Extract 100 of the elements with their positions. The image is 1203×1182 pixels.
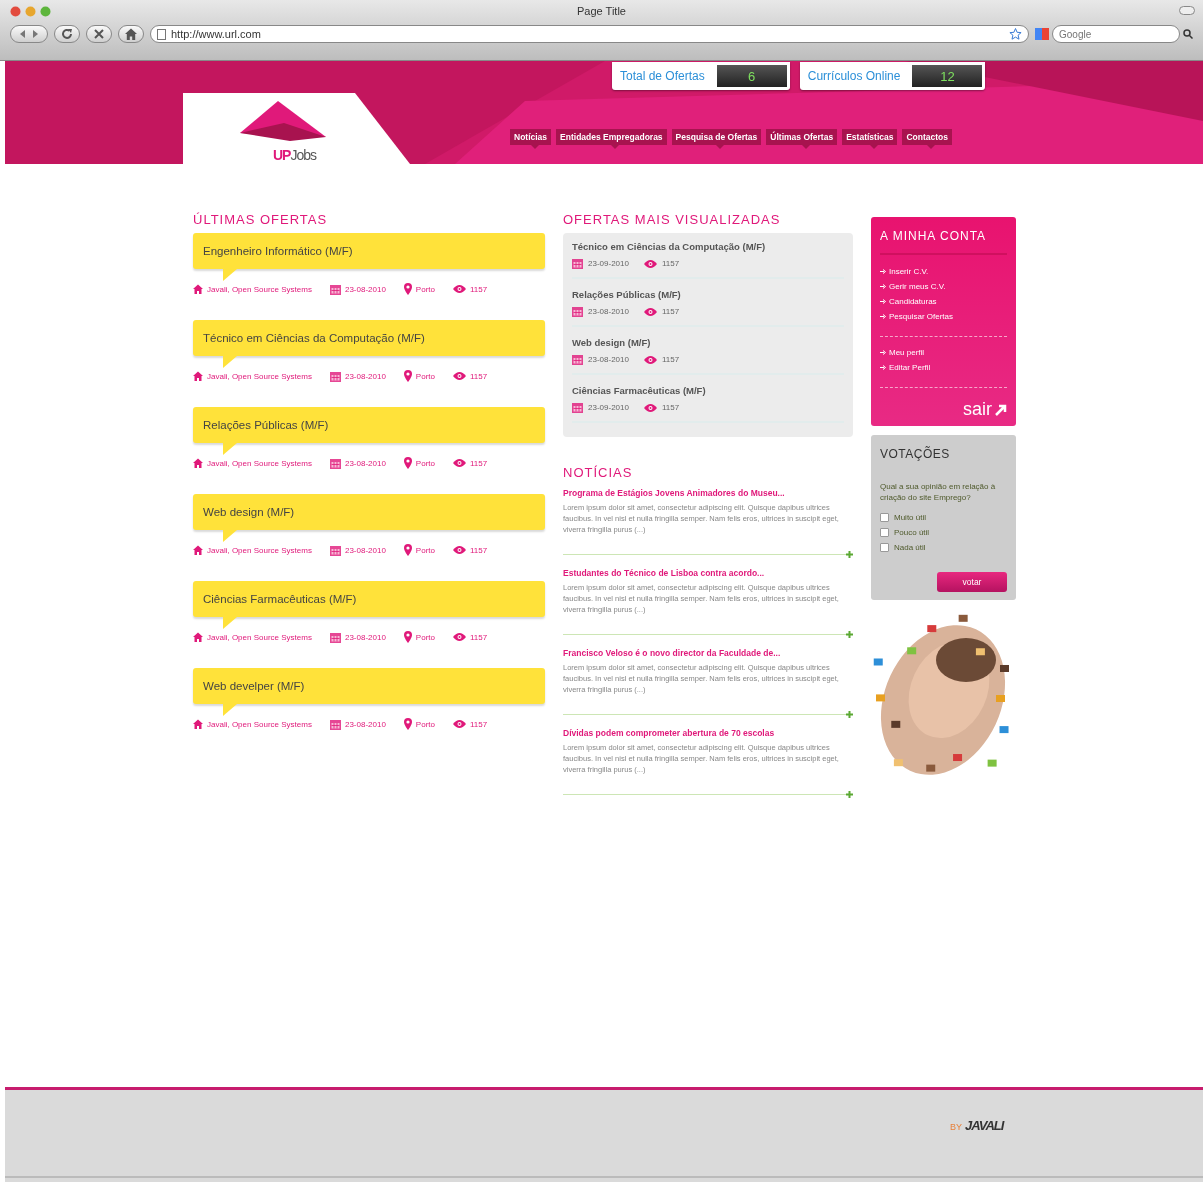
location-pin-icon bbox=[403, 631, 412, 643]
option-label: Nada útil bbox=[894, 543, 926, 552]
house-icon bbox=[193, 284, 203, 294]
star-icon[interactable] bbox=[1009, 28, 1022, 40]
account-link[interactable]: Pesquisar Ofertas bbox=[880, 312, 1007, 321]
close-icon bbox=[93, 28, 105, 40]
job-link[interactable]: Ciências Farmacêuticas (M/F) bbox=[572, 385, 844, 396]
location-text: Porto bbox=[415, 371, 435, 381]
plus-icon[interactable] bbox=[846, 791, 853, 798]
date-text: 23-09-2010 bbox=[588, 259, 629, 268]
minimize-window-icon[interactable] bbox=[25, 6, 36, 17]
house-icon bbox=[125, 28, 137, 40]
location-text: Porto bbox=[415, 719, 435, 729]
view-count: 1157 bbox=[470, 458, 488, 468]
news-headline[interactable]: Estudantes do Técnico de Lisboa contra acordo... bbox=[563, 568, 853, 578]
checkbox[interactable] bbox=[880, 543, 889, 552]
company-name: Javali, Open Source Systems bbox=[207, 458, 312, 468]
company-name: Javali, Open Source Systems bbox=[207, 719, 312, 729]
option-label: Muito útil bbox=[894, 513, 926, 522]
search-field[interactable]: Google bbox=[1052, 25, 1180, 43]
home-button[interactable] bbox=[118, 25, 144, 43]
arrow-icon bbox=[880, 350, 886, 355]
plus-icon[interactable] bbox=[846, 551, 853, 558]
date-text: 23-08-2010 bbox=[344, 545, 386, 555]
date-text: 23-08-2010 bbox=[344, 284, 386, 294]
arrow-icon bbox=[880, 284, 886, 289]
account-link[interactable]: Gerir meus C.V. bbox=[880, 282, 1007, 291]
checkbox[interactable] bbox=[880, 528, 889, 537]
date-text: 23-09-2010 bbox=[588, 403, 629, 412]
checkbox[interactable] bbox=[880, 513, 889, 522]
company-name: Javali, Open Source Systems bbox=[207, 545, 312, 555]
location-text: Porto bbox=[415, 545, 435, 555]
logout-link[interactable]: sair bbox=[963, 399, 1007, 420]
vote-button[interactable]: votar bbox=[937, 572, 1007, 592]
job-link[interactable]: Web design (M/F) bbox=[572, 337, 844, 348]
stat-label: Currículos Online bbox=[807, 69, 901, 83]
logo-text: UPJobs bbox=[273, 147, 317, 163]
poll-question: Qual a sua opinião em relação à criação do site Emprego? bbox=[880, 481, 997, 503]
page-icon bbox=[157, 28, 166, 40]
back-forward-button[interactable] bbox=[10, 25, 48, 43]
job-link[interactable]: Relações Públicas (M/F) bbox=[572, 289, 844, 300]
stop-button[interactable] bbox=[86, 25, 112, 43]
calendar-icon bbox=[329, 631, 341, 643]
account-link[interactable]: Editar Perfil bbox=[880, 363, 1007, 372]
job-link[interactable]: Técnico em Ciências da Computação (M/F) bbox=[572, 241, 844, 252]
eye-icon bbox=[643, 355, 657, 364]
plus-icon[interactable] bbox=[846, 631, 853, 638]
toolbar-toggle-icon[interactable] bbox=[1179, 6, 1195, 15]
view-count: 1157 bbox=[661, 307, 680, 316]
calendar-icon bbox=[572, 354, 583, 365]
view-count: 1157 bbox=[470, 632, 488, 642]
location-pin-icon bbox=[403, 718, 412, 730]
eye-icon bbox=[643, 403, 657, 412]
section-title: ÚLTIMAS OFERTAS bbox=[193, 212, 329, 227]
arrow-icon bbox=[880, 299, 886, 304]
account-link[interactable]: Meu perfil bbox=[880, 348, 1007, 357]
stat-counter: 6 bbox=[716, 65, 787, 87]
view-count: 1157 bbox=[470, 371, 488, 381]
plus-icon[interactable] bbox=[846, 711, 853, 718]
zoom-window-icon[interactable] bbox=[40, 6, 51, 17]
eye-icon bbox=[453, 459, 466, 467]
view-count: 1157 bbox=[470, 545, 488, 555]
panel-title: A MINHA CONTA bbox=[880, 229, 1007, 255]
date-text: 23-08-2010 bbox=[588, 307, 629, 316]
location-text: Porto bbox=[415, 632, 435, 642]
window-title: Page Title bbox=[577, 5, 626, 17]
date-text: 23-08-2010 bbox=[344, 371, 386, 381]
arrow-icon bbox=[880, 314, 886, 319]
news-headline[interactable]: Francisco Veloso é o novo director da Faculdade de... bbox=[563, 648, 853, 658]
location-pin-icon bbox=[403, 283, 412, 295]
eye-icon bbox=[453, 285, 466, 293]
search-icon[interactable] bbox=[1183, 29, 1193, 39]
reload-button[interactable] bbox=[54, 25, 80, 43]
arrow-icon bbox=[880, 269, 886, 274]
house-icon bbox=[193, 545, 203, 555]
news-headline[interactable]: Programa de Estágios Jovens Animadores do Museu... bbox=[563, 488, 853, 498]
view-count: 1157 bbox=[661, 403, 680, 412]
calendar-icon bbox=[329, 544, 341, 556]
account-link[interactable]: Candidaturas bbox=[880, 297, 1007, 306]
view-count: 1157 bbox=[661, 259, 680, 268]
eye-icon bbox=[453, 633, 466, 641]
account-link[interactable]: Inserir C.V. bbox=[880, 267, 1007, 276]
panel-title: VOTAÇÕES bbox=[880, 447, 951, 461]
house-icon bbox=[193, 371, 203, 381]
arrow-icon bbox=[995, 403, 1007, 416]
house-icon bbox=[193, 632, 203, 642]
calendar-icon bbox=[572, 258, 583, 269]
calendar-icon bbox=[329, 718, 341, 730]
logo-text: BY bbox=[950, 1122, 962, 1132]
location-pin-icon bbox=[403, 544, 412, 556]
company-name: Javali, Open Source Systems bbox=[207, 632, 312, 642]
eye-icon bbox=[643, 307, 657, 316]
close-window-icon[interactable] bbox=[10, 6, 21, 17]
option-label: Pouco útil bbox=[894, 528, 930, 537]
logo-icon bbox=[240, 101, 326, 141]
news-headline[interactable]: Dívidas podem comprometer abertura de 70 escolas bbox=[563, 728, 853, 738]
address-field[interactable]: http://www.url.com bbox=[150, 25, 1029, 43]
house-icon bbox=[193, 719, 203, 729]
stat-label: Total de Ofertas bbox=[620, 69, 705, 83]
date-text: 23-08-2010 bbox=[344, 632, 386, 642]
